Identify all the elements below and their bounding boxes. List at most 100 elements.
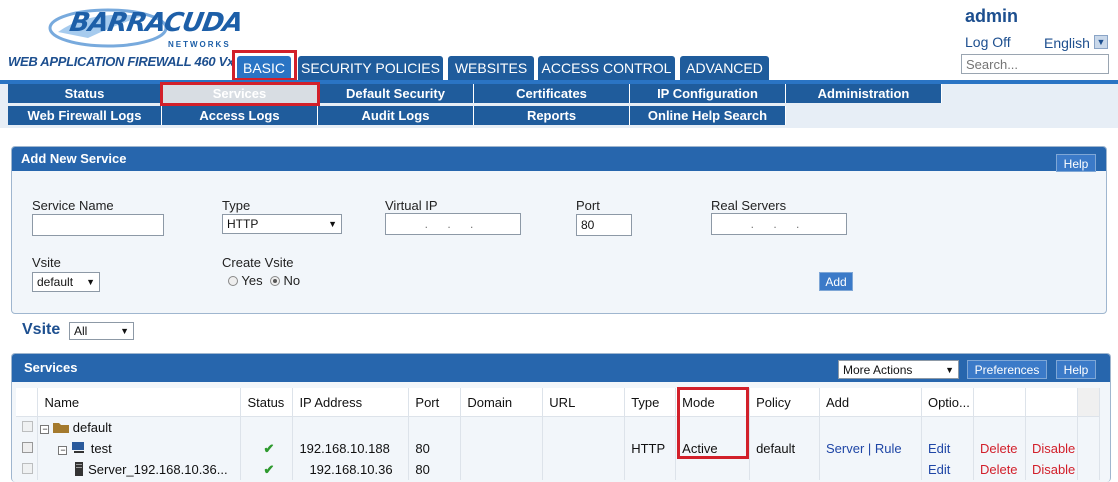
- row-checkbox[interactable]: [22, 442, 33, 453]
- highlight-services-subtab: [160, 82, 320, 106]
- create-vsite-options: Yes No: [228, 273, 300, 288]
- row-ip: 192.168.10.188: [292, 438, 410, 459]
- disable-link[interactable]: Disable: [1025, 438, 1078, 459]
- row-name[interactable]: Server_192.168.10.36...: [88, 462, 228, 477]
- header-type[interactable]: Type: [624, 388, 677, 417]
- tab-advanced[interactable]: ADVANCED: [680, 56, 769, 80]
- chevron-down-icon[interactable]: ▼: [1094, 35, 1108, 49]
- real-servers-label: Real Servers: [711, 198, 787, 213]
- subtab-access-logs[interactable]: Access Logs: [162, 106, 318, 125]
- delete-link[interactable]: Delete: [973, 459, 1026, 480]
- virtual-ip-input[interactable]: . . .: [385, 213, 521, 235]
- tab-websites[interactable]: WEBSITES: [448, 56, 534, 80]
- header-url[interactable]: URL: [542, 388, 626, 417]
- more-actions-select[interactable]: More Actions ▼: [838, 360, 959, 379]
- add-server-rule-link[interactable]: Server | Rule: [819, 438, 922, 459]
- vsite-select[interactable]: default ▼: [32, 272, 100, 292]
- disable-link[interactable]: Disable: [1025, 459, 1078, 480]
- services-help-button[interactable]: Help: [1056, 360, 1096, 379]
- row-ip: 192.168.10.36: [292, 459, 410, 480]
- subtab-status[interactable]: Status: [8, 84, 162, 103]
- header-add[interactable]: Add: [819, 388, 922, 417]
- header-status[interactable]: Status: [240, 388, 294, 417]
- radio-no-label: No: [283, 273, 301, 288]
- services-table: Name Status IP Address Port Domain URL T…: [16, 388, 1101, 480]
- row-type: HTTP: [624, 438, 677, 459]
- type-value: HTTP: [227, 217, 259, 231]
- row-name[interactable]: test: [91, 441, 112, 456]
- highlight-mode-column: [677, 387, 749, 459]
- subtab-default-security[interactable]: Default Security: [318, 84, 474, 103]
- subtab-web-firewall-logs[interactable]: Web Firewall Logs: [8, 106, 162, 125]
- product-name: WEB APPLICATION FIREWALL 460 Vx: [8, 54, 234, 69]
- row-url: [542, 438, 626, 459]
- panel-title: Add New Service: [12, 147, 1106, 171]
- chevron-down-icon: ▼: [945, 365, 954, 375]
- subtab-ip-configuration[interactable]: IP Configuration: [630, 84, 786, 103]
- logo-wordmark: BARRACUDA: [67, 8, 245, 38]
- row-name[interactable]: default: [73, 420, 112, 435]
- collapse-icon[interactable]: −: [40, 425, 50, 434]
- vsite-filter-select[interactable]: All ▼: [69, 322, 134, 340]
- table-row: − default: [16, 416, 1101, 438]
- header-scroll: [1077, 388, 1101, 417]
- row-checkbox[interactable]: [22, 463, 33, 474]
- table-row: Server_192.168.10.36... ✔ 192.168.10.36 …: [16, 459, 1101, 480]
- header-options[interactable]: Optio...: [921, 388, 974, 417]
- help-button[interactable]: Help: [1056, 154, 1096, 172]
- subtab-certificates[interactable]: Certificates: [474, 84, 630, 103]
- username: admin: [965, 6, 1019, 26]
- radio-yes[interactable]: [228, 276, 238, 286]
- check-icon: ✔: [240, 438, 294, 459]
- vsite-label: Vsite: [32, 255, 61, 270]
- search-input[interactable]: [961, 54, 1109, 74]
- add-service-panel: Add New Service: [11, 146, 1107, 314]
- row-checkbox[interactable]: [22, 421, 33, 432]
- header-select: [16, 388, 39, 417]
- service-name-input[interactable]: [32, 214, 164, 236]
- tab-access-control[interactable]: ACCESS CONTROL: [538, 56, 675, 80]
- header-policy[interactable]: Policy: [749, 388, 821, 417]
- radio-no[interactable]: [269, 276, 280, 286]
- header-name[interactable]: Name: [37, 388, 242, 417]
- radio-yes-label: Yes: [241, 273, 263, 288]
- row-policy: default: [749, 438, 821, 459]
- subtab-audit-logs[interactable]: Audit Logs: [318, 106, 474, 125]
- add-service-button[interactable]: Add: [819, 272, 853, 291]
- logoff-link[interactable]: Log Off: [965, 34, 1011, 50]
- header-port[interactable]: Port: [408, 388, 462, 417]
- delete-link[interactable]: Delete: [973, 438, 1026, 459]
- chevron-down-icon: ▼: [328, 219, 337, 229]
- chevron-down-icon: ▼: [120, 326, 129, 336]
- vsite-value: default: [37, 275, 74, 289]
- vsite-filter-label: Vsite: [22, 321, 61, 338]
- chevron-down-icon: ▼: [86, 277, 95, 287]
- logo-subtitle: NETWORKS: [168, 40, 231, 49]
- subtab-administration[interactable]: Administration: [786, 84, 942, 103]
- service-name-label: Service Name: [32, 198, 114, 213]
- table-row: − test ✔ 192.168.10.188 80 HTTP Active d…: [16, 438, 1101, 459]
- header-domain[interactable]: Domain: [460, 388, 544, 417]
- subtab-online-help-search[interactable]: Online Help Search: [630, 106, 786, 125]
- folder-icon: [53, 423, 70, 433]
- type-label: Type: [222, 198, 251, 213]
- header-options-2: [973, 388, 1026, 417]
- virtual-ip-label: Virtual IP: [385, 198, 438, 213]
- subtab-reports[interactable]: Reports: [474, 106, 630, 125]
- real-servers-input[interactable]: . . .: [711, 213, 847, 235]
- type-select[interactable]: HTTP ▼: [222, 214, 342, 234]
- port-label: Port: [576, 198, 600, 213]
- edit-link[interactable]: Edit: [921, 438, 974, 459]
- header-ip[interactable]: IP Address: [292, 388, 410, 417]
- service-icon: [72, 442, 85, 453]
- server-icon: [75, 462, 84, 476]
- language-select[interactable]: English: [1044, 35, 1090, 51]
- check-icon: ✔: [240, 459, 294, 480]
- preferences-button[interactable]: Preferences: [967, 360, 1047, 379]
- tab-security-policies[interactable]: SECURITY POLICIES: [298, 56, 443, 80]
- port-input[interactable]: 80: [576, 214, 632, 236]
- highlight-basic-tab: [232, 50, 297, 81]
- edit-link[interactable]: Edit: [921, 459, 974, 480]
- collapse-icon[interactable]: −: [58, 446, 68, 455]
- more-actions-label: More Actions: [843, 363, 913, 377]
